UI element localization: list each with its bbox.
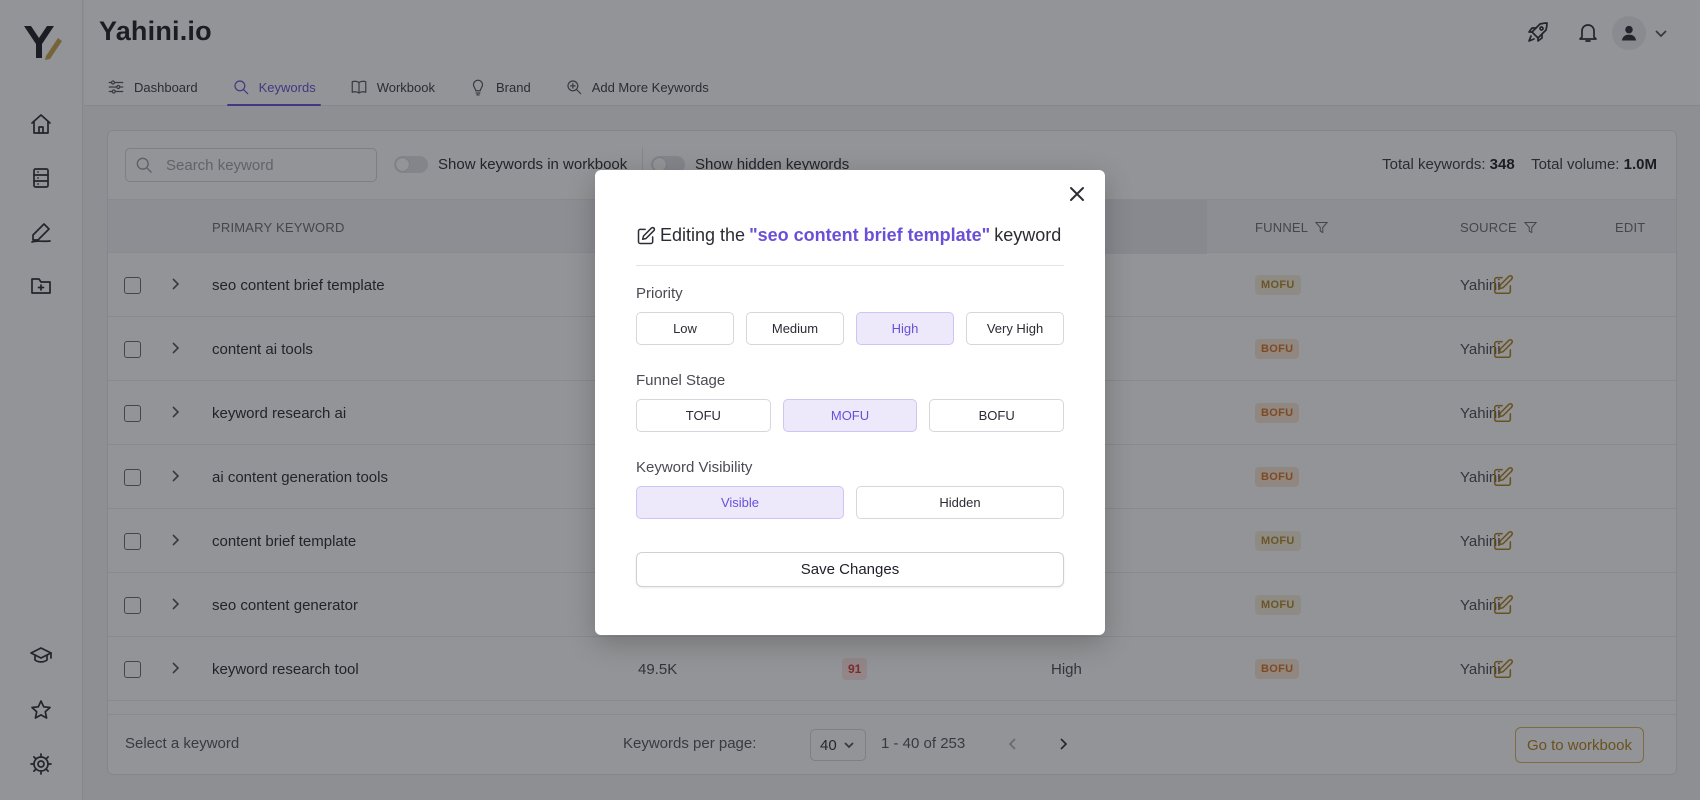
modal-divider [636, 265, 1064, 266]
edit-icon [637, 226, 656, 244]
priority-very-high-button[interactable]: Very High [966, 312, 1064, 345]
visibility-label: Keyword Visibility [636, 459, 753, 476]
priority-low-button[interactable]: Low [636, 312, 734, 345]
modal-title-suffix: keyword [994, 225, 1062, 245]
priority-label: Priority [636, 285, 683, 302]
funnel-stage-label: Funnel Stage [636, 372, 726, 389]
modal-title: Editing the "seo content brief template"… [636, 225, 1065, 246]
close-icon[interactable] [1065, 182, 1089, 206]
funnel-bofu-button[interactable]: BOFU [929, 399, 1065, 432]
visibility-options: Visible Hidden [636, 486, 1064, 519]
priority-options: Low Medium High Very High [636, 312, 1064, 345]
visibility-visible-button[interactable]: Visible [636, 486, 844, 519]
funnel-tofu-button[interactable]: TOFU [636, 399, 771, 432]
priority-high-button[interactable]: High [856, 312, 954, 345]
modal-title-prefix: Editing the [660, 225, 746, 245]
modal-title-keyword: "seo content brief template" [749, 225, 991, 245]
funnel-mofu-button[interactable]: MOFU [782, 399, 918, 432]
edit-keyword-modal: Editing the "seo content brief template"… [595, 170, 1105, 635]
funnel-stage-options: TOFU MOFU BOFU [636, 399, 1065, 432]
save-changes-button[interactable]: Save Changes [636, 552, 1064, 587]
priority-medium-button[interactable]: Medium [746, 312, 844, 345]
visibility-hidden-button[interactable]: Hidden [856, 486, 1064, 519]
